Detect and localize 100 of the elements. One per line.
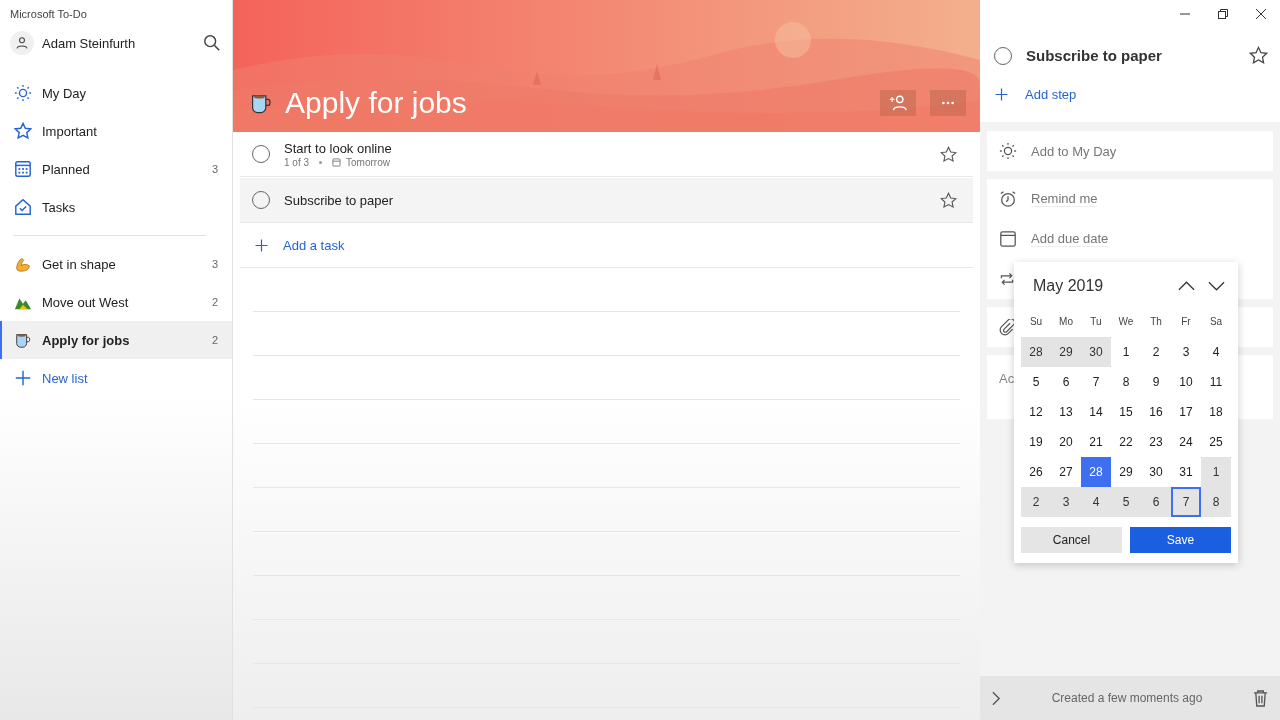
calendar-day[interactable]: 22 (1111, 427, 1141, 457)
calendar-day[interactable]: 26 (1021, 457, 1051, 487)
calendar-day[interactable]: 1 (1111, 337, 1141, 367)
calendar-day[interactable]: 10 (1171, 367, 1201, 397)
item-count: 2 (211, 334, 218, 346)
calendar-day[interactable]: 7 (1081, 367, 1111, 397)
calendar-day[interactable]: 23 (1141, 427, 1171, 457)
weekday-label: Fr (1180, 315, 1192, 329)
calendar-day[interactable]: 19 (1021, 427, 1051, 457)
calendar-day[interactable]: 4 (1081, 487, 1111, 517)
step-count: 1 of 3 (284, 156, 310, 168)
calendar-day[interactable]: 9 (1141, 367, 1171, 397)
star-icon[interactable] (1249, 46, 1268, 65)
cancel-button[interactable]: Cancel (1021, 527, 1122, 553)
task-title[interactable]: Subscribe to paper (1026, 47, 1235, 64)
add-due-date-button[interactable]: Add due date (987, 219, 1273, 259)
add-task-button[interactable]: Add a task (240, 223, 973, 268)
add-person-icon (889, 94, 907, 112)
weekday-label: Th (1149, 315, 1163, 329)
calendar-day[interactable]: 6 (1051, 367, 1081, 397)
add-step-button[interactable]: Add step (994, 87, 1268, 102)
arm-icon (14, 255, 32, 273)
month-label[interactable]: May 2019 (1033, 277, 1165, 295)
calendar-day[interactable]: 18 (1201, 397, 1231, 427)
calendar-day[interactable]: 5 (1021, 367, 1051, 397)
app-title: Microsoft To-Do (9, 7, 88, 20)
calendar-day[interactable]: 7 (1171, 487, 1201, 517)
note-field[interactable]: Ac (999, 371, 1015, 386)
nav-item[interactable]: Tasks (0, 188, 232, 226)
calendar-day[interactable]: 25 (1201, 427, 1231, 457)
calendar-day[interactable]: 12 (1021, 397, 1051, 427)
calendar-day[interactable]: 5 (1111, 487, 1141, 517)
calendar-day[interactable]: 17 (1171, 397, 1201, 427)
chevron-down-icon[interactable] (1208, 281, 1225, 291)
calendar-day[interactable]: 6 (1141, 487, 1171, 517)
calendar-day[interactable]: 4 (1201, 337, 1231, 367)
star-icon[interactable] (940, 145, 957, 163)
calendar-day[interactable]: 27 (1051, 457, 1081, 487)
nav-item[interactable]: My Day (0, 74, 232, 112)
repeat-icon[interactable] (999, 271, 1015, 287)
calendar-day[interactable]: 15 (1111, 397, 1141, 427)
add-to-my-day-button[interactable]: Add to My Day (987, 131, 1273, 171)
calendar-day[interactable]: 30 (1081, 337, 1111, 367)
calendar-day[interactable]: 29 (1051, 337, 1081, 367)
calendar-day[interactable]: 28 (1021, 337, 1051, 367)
item-count: 3 (211, 258, 218, 270)
close-icon[interactable] (1256, 9, 1266, 19)
calendar-day[interactable]: 30 (1141, 457, 1171, 487)
due-date: Tomorrow (346, 156, 390, 168)
task-title: Subscribe to paper (284, 192, 395, 208)
alarm-clock-icon (999, 190, 1017, 208)
plus-icon (14, 369, 32, 387)
task-row[interactable]: Subscribe to paper (240, 178, 973, 223)
calendar-day[interactable]: 2 (1021, 487, 1051, 517)
calendar-day[interactable]: 29 (1111, 457, 1141, 487)
calendar-day[interactable]: 11 (1201, 367, 1231, 397)
trash-icon[interactable] (1253, 689, 1268, 707)
calendar-day[interactable]: 2 (1141, 337, 1171, 367)
star-icon[interactable] (940, 191, 957, 209)
sun-icon (14, 84, 32, 102)
calendar-day[interactable]: 3 (1051, 487, 1081, 517)
nav-label: Tasks (42, 199, 77, 215)
calendar-icon (999, 230, 1017, 248)
chevron-right-icon[interactable] (992, 690, 1001, 706)
new-list-button[interactable]: New list (0, 359, 232, 397)
save-button[interactable]: Save (1130, 527, 1231, 553)
remind-me-button[interactable]: Remind me (987, 179, 1273, 219)
calendar-day[interactable]: 24 (1171, 427, 1201, 457)
chevron-up-icon[interactable] (1178, 281, 1195, 291)
calendar-day[interactable]: 3 (1171, 337, 1201, 367)
calendar-day[interactable]: 16 (1141, 397, 1171, 427)
paperclip-icon[interactable] (999, 318, 1016, 336)
calendar-day[interactable]: 13 (1051, 397, 1081, 427)
task-title: Start to look online (284, 140, 393, 156)
list-item[interactable]: Move out West 2 (0, 283, 232, 321)
calendar-day[interactable]: 8 (1201, 487, 1231, 517)
calendar-day[interactable]: 14 (1081, 397, 1111, 427)
list-item[interactable]: Get in shape 3 (0, 245, 232, 283)
nav-item[interactable]: Planned 3 (0, 150, 232, 188)
calendar-day[interactable]: 8 (1111, 367, 1141, 397)
user-name[interactable]: Adam Steinfurth (42, 35, 195, 51)
nav-label: My Day (42, 85, 88, 101)
calendar-day[interactable]: 1 (1201, 457, 1231, 487)
avatar[interactable] (10, 31, 34, 55)
calendar-day[interactable]: 21 (1081, 427, 1111, 457)
list-item[interactable]: Apply for jobs 2 (0, 321, 232, 359)
restore-icon[interactable] (1218, 9, 1228, 19)
plus-icon (254, 237, 269, 253)
item-count: 3 (211, 163, 218, 175)
calendar-day[interactable]: 31 (1171, 457, 1201, 487)
share-button[interactable] (880, 90, 916, 116)
nav-item[interactable]: Important (0, 112, 232, 150)
calendar-day[interactable]: 28 (1081, 457, 1111, 487)
task-row[interactable]: Start to look online 1 of 3 Tomorrow (240, 132, 973, 177)
more-icon (941, 101, 955, 105)
nav-label: Planned (42, 161, 91, 177)
calendar-day[interactable]: 20 (1051, 427, 1081, 457)
search-icon[interactable] (203, 34, 221, 52)
plus-icon (994, 87, 1009, 102)
calendar-icon (14, 160, 32, 178)
